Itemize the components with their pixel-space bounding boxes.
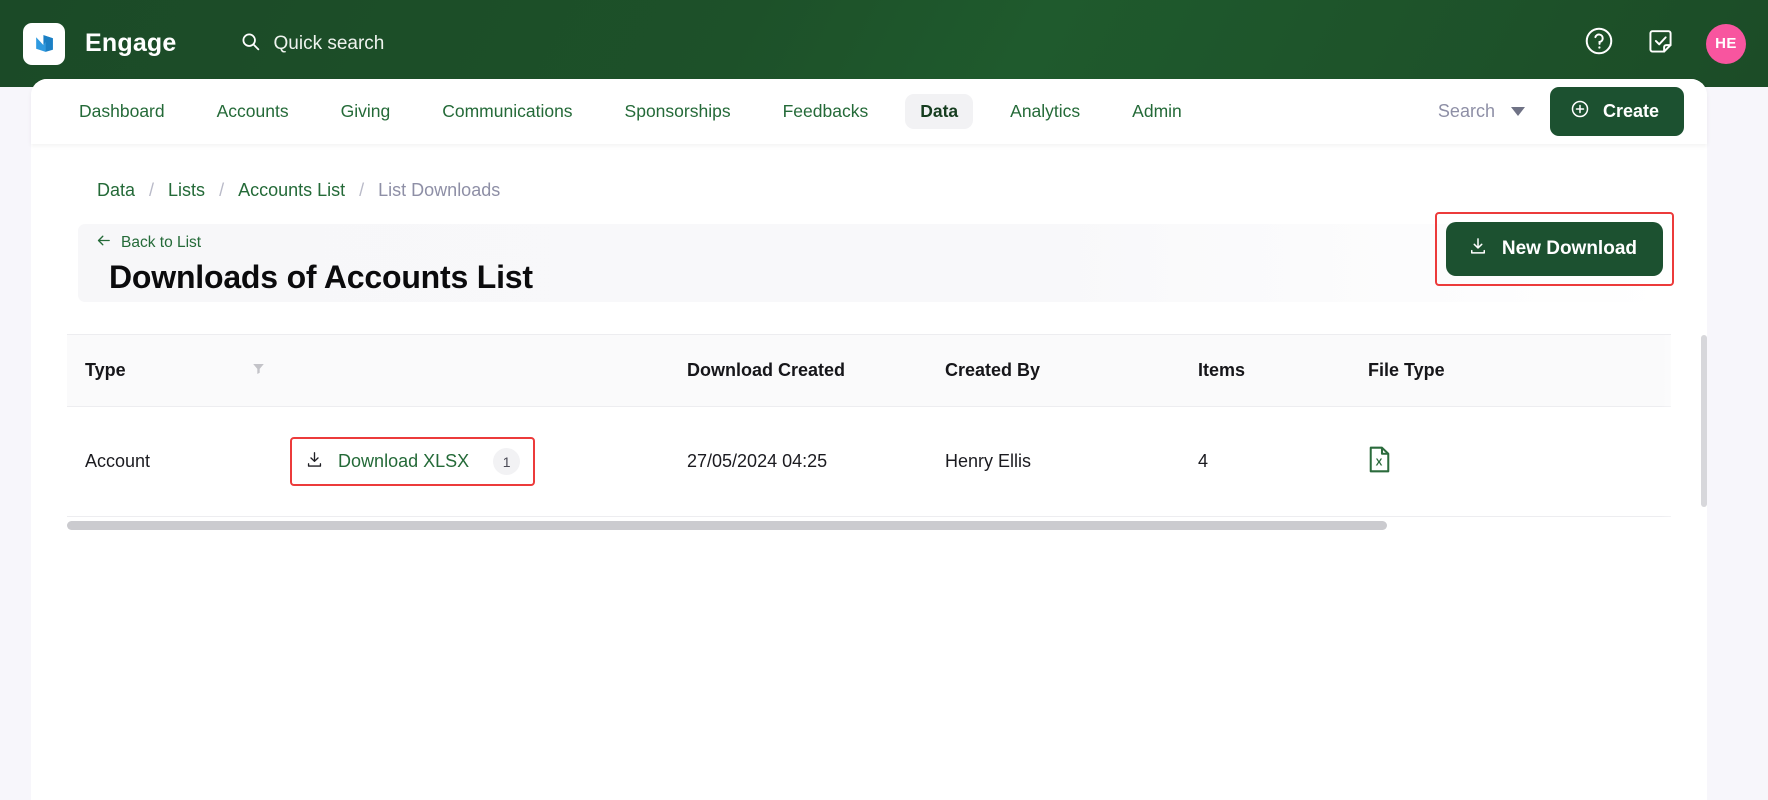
cell-created-by: Henry Ellis bbox=[945, 406, 1198, 517]
breadcrumb-item-accounts-list[interactable]: Accounts List bbox=[238, 180, 345, 201]
downloads-table-container: Type Download Created Created By Items F… bbox=[67, 334, 1707, 575]
main-navigation: Dashboard Accounts Giving Communications… bbox=[31, 79, 1707, 144]
cell-download-created: 27/05/2024 04:25 bbox=[687, 406, 945, 517]
create-button[interactable]: Create bbox=[1549, 87, 1684, 136]
breadcrumb-item-lists[interactable]: Lists bbox=[168, 180, 205, 201]
download-icon bbox=[305, 450, 324, 474]
download-count-badge: 1 bbox=[493, 448, 521, 475]
column-header-type-label: Type bbox=[85, 360, 126, 380]
table-header: Type Download Created Created By Items F… bbox=[67, 335, 1671, 407]
avatar[interactable]: HE bbox=[1706, 23, 1746, 64]
arrow-left-icon bbox=[95, 232, 112, 254]
column-header-file-type[interactable]: File Type bbox=[1368, 335, 1671, 407]
column-header-created-by[interactable]: Created By bbox=[945, 335, 1198, 407]
table-row[interactable]: Account Download XLSX 1 27/05/2024 04:25… bbox=[67, 406, 1671, 517]
app-topbar: Engage Quick search HE bbox=[0, 0, 1768, 87]
nav-item-feedbacks[interactable]: Feedbacks bbox=[768, 94, 884, 129]
nav-item-accounts[interactable]: Accounts bbox=[202, 94, 304, 129]
nav-item-sponsorships[interactable]: Sponsorships bbox=[610, 94, 746, 129]
quick-search-label: Quick search bbox=[273, 32, 385, 54]
nav-item-list: Dashboard Accounts Giving Communications… bbox=[31, 94, 1219, 129]
cell-type-value: Account bbox=[85, 451, 151, 471]
cell-file-type: X bbox=[1368, 406, 1671, 517]
nav-item-analytics[interactable]: Analytics bbox=[995, 94, 1095, 129]
download-icon bbox=[1468, 236, 1488, 262]
page-content: Data / Lists / Accounts List / List Down… bbox=[31, 144, 1707, 575]
app-brand-name: Engage bbox=[85, 29, 177, 57]
help-circle-icon[interactable] bbox=[1583, 25, 1615, 62]
vertical-scrollbar-thumb[interactable] bbox=[1701, 335, 1707, 507]
new-download-button[interactable]: New Download bbox=[1445, 222, 1663, 276]
column-header-items[interactable]: Items bbox=[1198, 335, 1368, 407]
page-header: Back to List Downloads of Accounts List … bbox=[78, 212, 1674, 302]
topbar-actions: HE bbox=[1583, 0, 1746, 87]
breadcrumb: Data / Lists / Accounts List / List Down… bbox=[67, 144, 1671, 201]
new-download-highlight: New Download bbox=[1434, 212, 1674, 286]
plus-circle-icon bbox=[1570, 99, 1590, 124]
nav-item-giving[interactable]: Giving bbox=[326, 94, 406, 129]
breadcrumb-item-list-downloads: List Downloads bbox=[378, 180, 501, 200]
create-button-label: Create bbox=[1602, 101, 1659, 121]
column-header-type[interactable]: Type bbox=[67, 335, 687, 407]
table-body: Account Download XLSX 1 27/05/2024 04:25… bbox=[67, 406, 1671, 517]
search-dropdown[interactable]: Search bbox=[1438, 101, 1525, 122]
breadcrumb-separator: / bbox=[149, 180, 155, 200]
horizontal-scrollbar-thumb[interactable] bbox=[67, 521, 1387, 530]
excel-file-icon: X bbox=[1368, 446, 1391, 477]
cell-items: 4 bbox=[1198, 406, 1368, 517]
search-icon bbox=[240, 31, 261, 57]
back-to-list-label: Back to List bbox=[121, 234, 202, 251]
download-xlsx-button[interactable]: Download XLSX 1 bbox=[305, 448, 521, 475]
back-to-list-link[interactable]: Back to List bbox=[95, 224, 201, 254]
quick-search-input[interactable]: Quick search bbox=[240, 31, 385, 57]
nav-item-data[interactable]: Data bbox=[905, 94, 974, 129]
breadcrumb-item-data[interactable]: Data bbox=[97, 180, 135, 201]
breadcrumb-separator: / bbox=[219, 180, 225, 200]
search-dropdown-label: Search bbox=[1437, 101, 1495, 121]
svg-text:X: X bbox=[1376, 457, 1383, 468]
nav-item-admin[interactable]: Admin bbox=[1117, 94, 1197, 129]
new-download-label: New Download bbox=[1501, 238, 1637, 259]
chevron-down-icon bbox=[1510, 107, 1525, 116]
column-header-download-created[interactable]: Download Created bbox=[687, 335, 945, 407]
download-xlsx-label: Download XLSX bbox=[338, 451, 470, 471]
nav-item-dashboard[interactable]: Dashboard bbox=[64, 94, 180, 129]
breadcrumb-separator: / bbox=[359, 180, 365, 200]
app-panel: Dashboard Accounts Giving Communications… bbox=[31, 79, 1707, 800]
checklist-note-icon[interactable] bbox=[1645, 26, 1676, 62]
nav-item-communications[interactable]: Communications bbox=[427, 94, 587, 129]
nav-right-actions: Search Create bbox=[1438, 79, 1684, 144]
filter-funnel-icon[interactable] bbox=[251, 360, 266, 381]
table-horizontal-scrollbar[interactable] bbox=[67, 521, 1697, 530]
engage-logo-icon[interactable] bbox=[23, 22, 65, 65]
download-xlsx-highlight: Download XLSX 1 bbox=[290, 437, 536, 486]
table-vertical-scrollbar[interactable] bbox=[1701, 335, 1707, 575]
table-header-row: Type Download Created Created By Items F… bbox=[67, 335, 1671, 407]
downloads-table: Type Download Created Created By Items F… bbox=[67, 335, 1671, 517]
cell-type: Account Download XLSX 1 bbox=[67, 406, 687, 517]
